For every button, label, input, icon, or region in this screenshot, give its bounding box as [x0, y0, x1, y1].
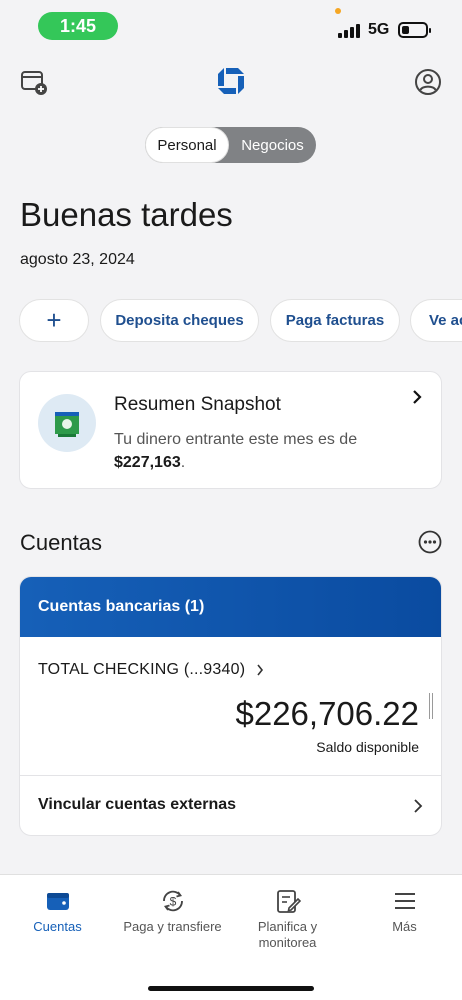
snapshot-amount: $227,163: [114, 454, 181, 471]
signal-icon: [338, 24, 360, 38]
nav-label-accounts: Cuentas: [33, 919, 82, 934]
privacy-indicator-dot: [335, 8, 341, 14]
accounts-section-title: Cuentas: [20, 530, 102, 555]
bank-accounts-header[interactable]: Cuentas bancarias (1): [20, 577, 441, 637]
accounts-card: Cuentas bancarias (1) TOTAL CHECKING (..…: [19, 576, 442, 836]
nav-label-plan-track: Planifica y monitorea: [257, 919, 318, 950]
dollar-cycle-icon: $: [162, 890, 183, 912]
current-date: agosto 23, 2024: [20, 251, 135, 268]
link-external-accounts-row[interactable]: Vincular cuentas externas: [20, 775, 441, 835]
app-header: [0, 60, 462, 104]
profile-icon[interactable]: [414, 68, 442, 96]
home-indicator: [148, 986, 314, 991]
greeting-title: Buenas tardes: [20, 196, 233, 233]
deposit-checks-button[interactable]: Deposita cheques: [100, 299, 259, 342]
chase-logo-icon: [218, 68, 244, 94]
add-action-button[interactable]: +: [19, 299, 89, 342]
more-options-icon[interactable]: [418, 530, 442, 554]
planner-icon: [276, 890, 301, 913]
svg-text:$: $: [169, 895, 176, 909]
wallet-icon: [46, 893, 69, 910]
snapshot-icon: [38, 394, 96, 452]
network-label: 5G: [368, 21, 390, 38]
account-balance: $226,706.22: [235, 695, 419, 732]
add-card-icon[interactable]: [20, 68, 48, 96]
toggle-business[interactable]: Negocios: [229, 127, 316, 163]
link-external-label: Vincular cuentas externas: [38, 796, 237, 813]
status-time: 1:45: [38, 12, 118, 40]
chevron-right-icon: [257, 664, 263, 676]
nav-tab-accounts[interactable]: Cuentas: [0, 887, 115, 935]
bottom-nav: Cuentas $ Paga y transfiere Planifica y …: [0, 874, 462, 1000]
snapshot-text-suffix: .: [180, 454, 186, 471]
nav-tab-plan-track[interactable]: Planifica y monitorea: [230, 887, 345, 951]
quick-actions-row: + Deposita cheques Paga facturas Ve ac: [0, 299, 462, 343]
chevron-right-icon: [414, 799, 423, 813]
snapshot-title: Resumen Snapshot: [114, 394, 281, 415]
account-type-toggle: Personal Negocios: [145, 127, 316, 163]
battery-icon: [398, 22, 431, 38]
status-bar: 1:45 5G: [0, 0, 462, 50]
menu-icon: [394, 893, 415, 909]
snapshot-description: Tu dinero entrante este mes es de $227,1…: [114, 428, 404, 474]
chevron-right-icon: [413, 390, 422, 404]
toggle-personal[interactable]: Personal: [145, 127, 229, 163]
scroll-indicator: [429, 693, 433, 719]
view-more-button[interactable]: Ve ac: [410, 299, 462, 342]
account-name: TOTAL CHECKING (...9340): [38, 661, 246, 678]
nav-tab-pay-transfer[interactable]: $ Paga y transfiere: [115, 887, 230, 935]
nav-tab-more[interactable]: Más: [347, 887, 462, 935]
nav-label-pay-transfer: Paga y transfiere: [123, 919, 222, 934]
pay-bills-button[interactable]: Paga facturas: [270, 299, 400, 342]
balance-label: Saldo disponible: [316, 739, 419, 755]
account-name-link[interactable]: TOTAL CHECKING (...9340): [38, 661, 264, 679]
snapshot-card[interactable]: Resumen Snapshot Tu dinero entrante este…: [19, 371, 442, 489]
nav-label-more: Más: [392, 919, 417, 934]
snapshot-text-prefix: Tu dinero entrante este mes es de: [114, 431, 358, 448]
